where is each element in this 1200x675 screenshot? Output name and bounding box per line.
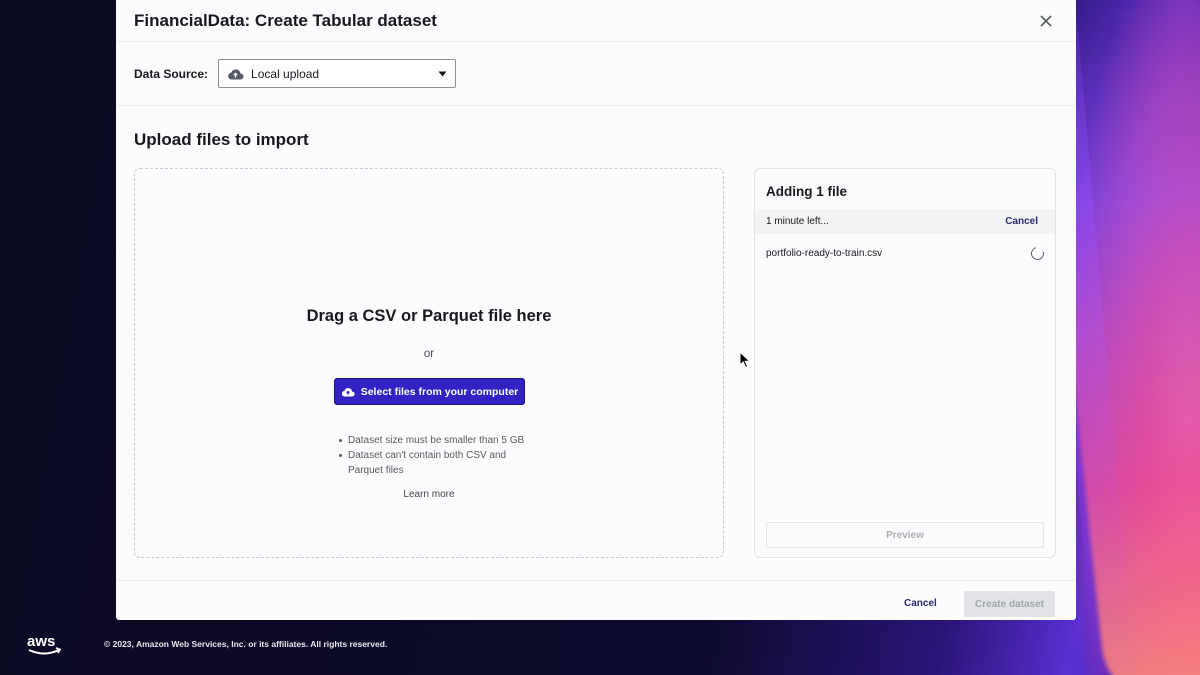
loading-spinner-icon [1028,244,1047,262]
cloud-upload-icon [341,387,355,397]
dropzone-notes: Dataset size must be smaller than 5 GB D… [339,433,539,478]
modal-footer: Cancel Create dataset [116,580,1076,620]
copyright-text: © 2023, Amazon Web Services, Inc. or its… [104,639,388,649]
upload-file-row: portfolio-ready-to-train.csv [766,243,1047,263]
close-button[interactable] [1034,9,1058,33]
modal-header: FinancialData: Create Tabular dataset [116,0,1076,42]
dropzone-or: or [423,348,435,360]
aws-logo-icon: aws [27,633,62,655]
modal-title: FinancialData: Create Tabular dataset [134,10,437,30]
svg-text:aws: aws [27,633,55,650]
close-icon [1040,14,1052,27]
select-files-button[interactable]: Select files from your computer [334,378,525,405]
note-item: Dataset size must be smaller than 5 GB [339,433,539,448]
section-title: Upload files to import [134,130,309,149]
note-item: Dataset can't contain both CSV and Parqu… [339,448,539,478]
data-source-row: Data Source: Local upload [116,42,1076,106]
upload-cancel-button[interactable]: Cancel [1005,216,1038,227]
create-dataset-modal: FinancialData: Create Tabular dataset Da… [116,0,1076,620]
learn-more-link[interactable]: Learn more [135,489,723,500]
upload-status-bar: 1 minute left... Cancel [755,209,1055,234]
upload-progress-panel: Adding 1 file 1 minute left... Cancel po… [754,168,1056,558]
file-dropzone[interactable]: Drag a CSV or Parquet file here or Selec… [134,168,724,558]
caret-down-icon [438,71,447,77]
cloud-upload-icon [227,68,244,80]
preview-button[interactable]: Preview [766,522,1044,548]
upload-panel-title: Adding 1 file [766,184,847,199]
mouse-cursor-icon [739,351,751,369]
data-source-value: Local upload [251,66,320,81]
upload-time-left: 1 minute left... [766,216,829,227]
cancel-button[interactable]: Cancel [904,598,937,609]
upload-file-name: portfolio-ready-to-train.csv [766,247,883,259]
select-files-label: Select files from your computer [360,385,519,398]
dropzone-title: Drag a CSV or Parquet file here [306,307,552,325]
data-source-select[interactable]: Local upload [218,59,457,88]
data-source-label: Data Source: [134,66,209,81]
create-dataset-button[interactable]: Create dataset [964,591,1055,617]
